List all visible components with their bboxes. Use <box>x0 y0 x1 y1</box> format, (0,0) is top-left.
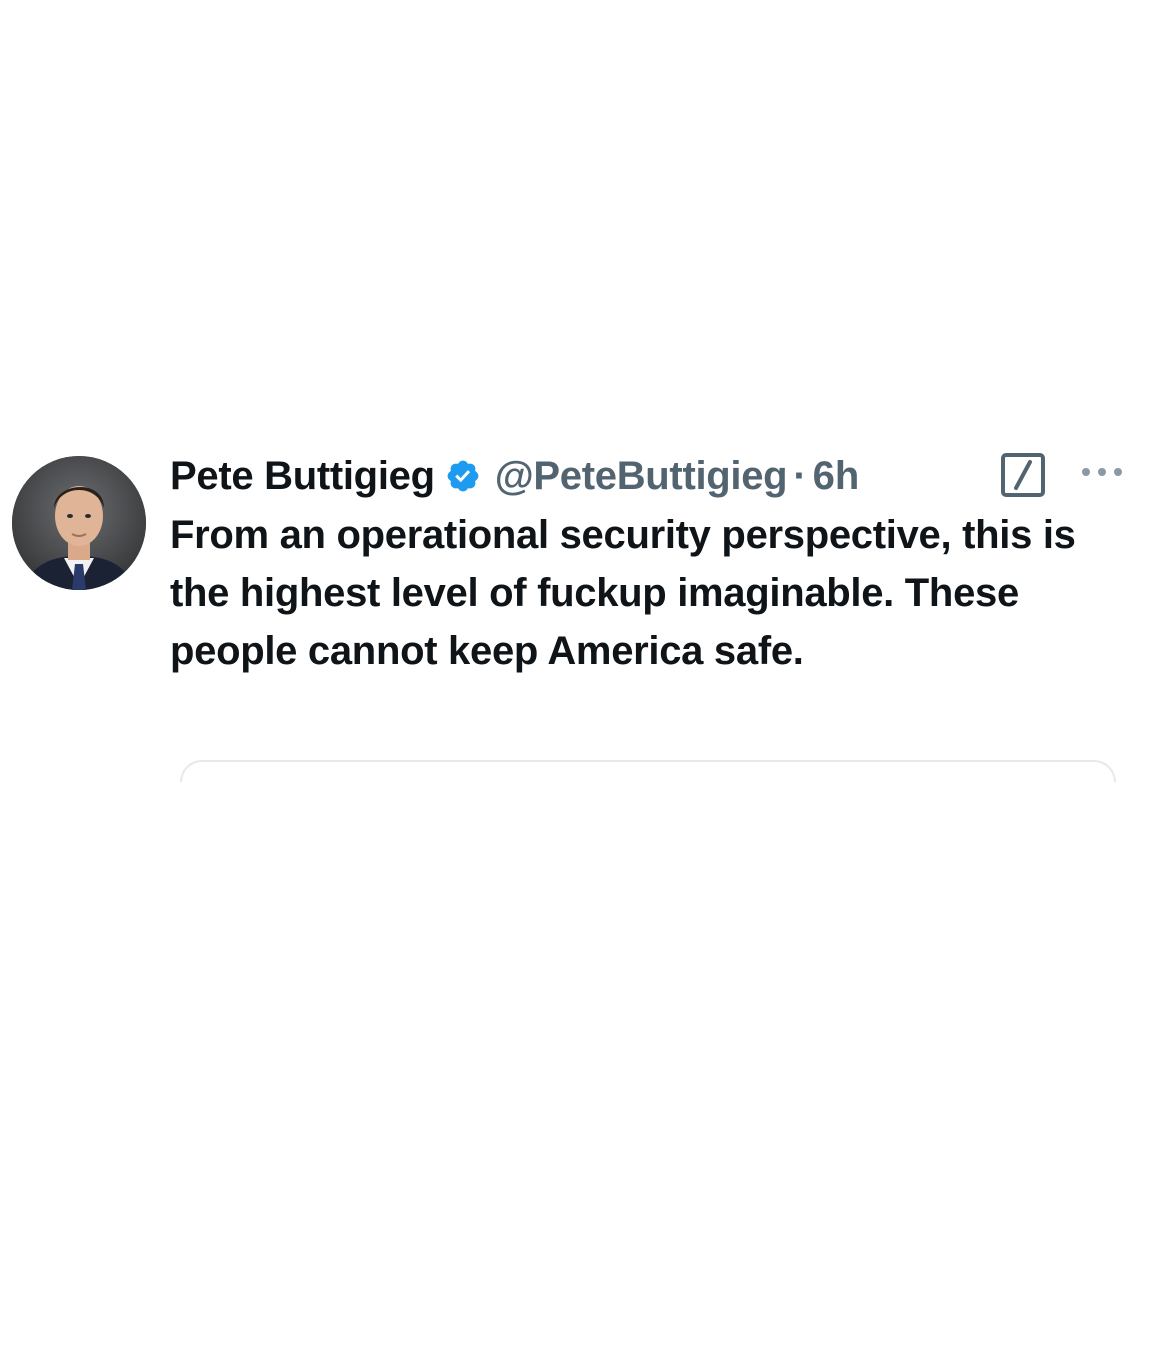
avatar-photo-icon <box>12 456 146 590</box>
edit-square-icon[interactable] <box>1000 452 1046 498</box>
verified-badge-icon[interactable] <box>445 458 481 494</box>
quoted-card-edge[interactable] <box>180 760 1116 782</box>
tweet[interactable]: Pete Buttigieg @PeteButtigieg · 6h From … <box>0 448 1170 782</box>
more-options-icon[interactable] <box>1080 464 1124 480</box>
author-handle[interactable]: @PeteButtigieg <box>495 454 788 499</box>
timestamp[interactable]: 6h <box>813 454 860 499</box>
author-name[interactable]: Pete Buttigieg <box>170 454 435 499</box>
tweet-header: Pete Buttigieg @PeteButtigieg · 6h <box>170 448 859 504</box>
separator-dot: · <box>793 453 807 498</box>
avatar[interactable] <box>12 456 146 590</box>
tweet-text: From an operational security perspective… <box>170 513 1076 673</box>
